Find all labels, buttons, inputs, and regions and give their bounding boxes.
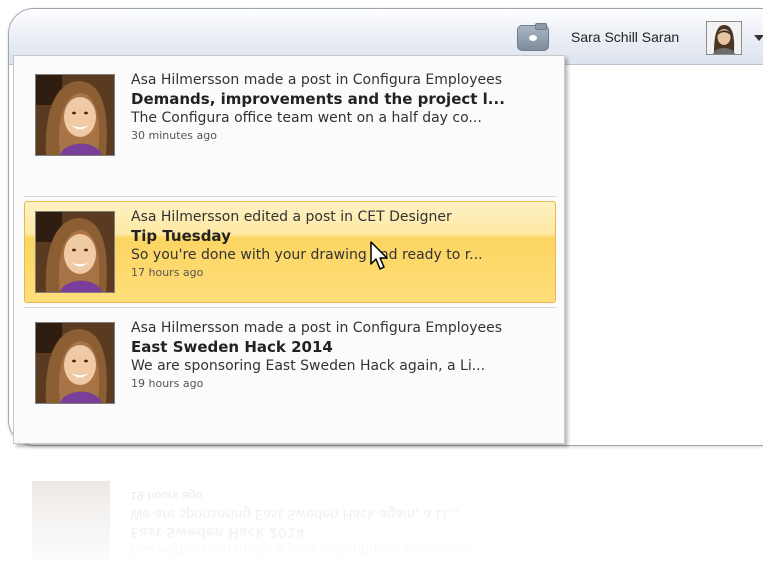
notification-action: Asa Hilmersson edited a post in CET Desi… xyxy=(131,209,452,225)
notification-time: 17 hours ago xyxy=(131,266,204,279)
author-photo xyxy=(35,211,115,293)
divider xyxy=(24,196,556,197)
chat-icon[interactable] xyxy=(517,23,549,51)
notification-snippet: We are sponsoring East Sweden Hack again… xyxy=(131,358,486,374)
reflection: Asa Hilmersson made a post in Configura … xyxy=(8,446,763,571)
notification-title: Demands, improvements and the project l.… xyxy=(131,90,505,108)
user-avatar[interactable] xyxy=(706,21,742,55)
notification-time: 19 hours ago xyxy=(131,377,204,390)
notification-item[interactable]: Asa Hilmersson made a post in Configura … xyxy=(24,312,556,414)
notifications-dropdown: Asa Hilmersson made a post in Configura … xyxy=(13,55,565,444)
caret-down-icon[interactable] xyxy=(754,35,763,41)
notification-title: Tip Tuesday xyxy=(131,227,231,245)
divider xyxy=(24,307,556,308)
notification-item-highlighted[interactable]: Asa Hilmersson edited a post in CET Desi… xyxy=(24,201,556,303)
notification-time: 30 minutes ago xyxy=(131,129,217,142)
notification-action: Asa Hilmersson made a post in Configura … xyxy=(131,320,502,336)
notification-item[interactable]: Asa Hilmersson made a post in Configura … xyxy=(24,64,556,166)
notification-snippet: So you're done with your drawing and rea… xyxy=(131,247,483,263)
user-name[interactable]: Sara Schill Saran xyxy=(571,29,679,45)
author-photo xyxy=(35,322,115,404)
notification-action: Asa Hilmersson made a post in Configura … xyxy=(131,72,502,88)
notification-snippet: The Configura office team went on a half… xyxy=(131,110,482,126)
author-photo xyxy=(35,74,115,156)
notification-title: East Sweden Hack 2014 xyxy=(131,338,333,356)
